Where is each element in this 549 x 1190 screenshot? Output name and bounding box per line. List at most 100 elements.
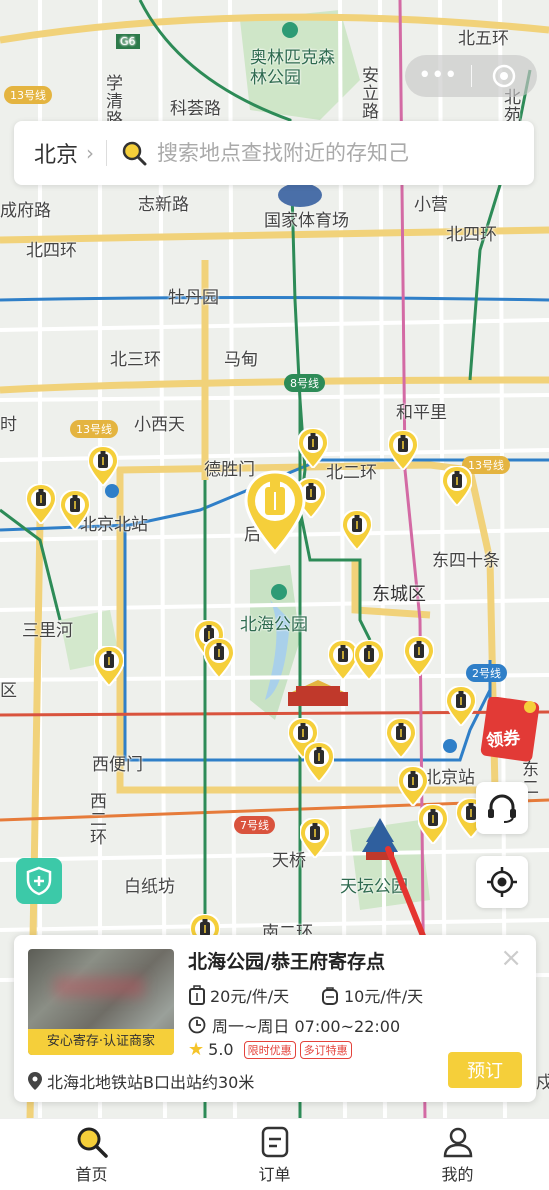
search-icon — [77, 1127, 108, 1158]
location-pin-icon — [28, 1072, 42, 1090]
luggage-pin[interactable] — [60, 490, 90, 530]
xibianmen-label: 西便门 — [92, 755, 143, 775]
luggage-pin[interactable] — [342, 510, 372, 550]
coupon-label: 领券 — [485, 728, 522, 752]
search-icon — [122, 141, 147, 166]
multi-order-tag: 多订特惠 — [299, 1040, 352, 1059]
madian-label: 马甸 — [224, 350, 258, 370]
bj-station-label: 北京站 — [424, 768, 475, 788]
luggage-pin[interactable] — [88, 446, 118, 486]
mudanyuan-label: 牡丹园 — [168, 288, 219, 308]
luggage-pin[interactable] — [304, 742, 334, 782]
tab-profile-label: 我的 — [441, 1164, 474, 1184]
luggage-pin[interactable] — [298, 428, 328, 468]
safety-shield-button[interactable] — [16, 858, 62, 904]
luggage-pin[interactable] — [442, 466, 472, 506]
tab-orders[interactable]: 订单 — [183, 1119, 366, 1190]
line7-badge: 7号线 — [234, 816, 275, 834]
xueqing-road-label: 学清路 — [102, 74, 122, 128]
line13-mid-badge: 13号线 — [70, 420, 118, 438]
luggage-pin[interactable] — [300, 818, 330, 858]
address-row: 北海北地铁站B口出站约30米 — [28, 1069, 254, 1093]
north2-label: 北二环 — [326, 463, 377, 483]
north5-label: 北五环 — [458, 29, 509, 49]
business-hours: 周一~周日 07:00~22:00 — [188, 1013, 400, 1037]
book-button[interactable]: 预订 — [448, 1052, 522, 1088]
store-photo: 安心寄存·认证商家 — [28, 949, 174, 1055]
shield-plus-icon — [26, 866, 52, 896]
tab-home[interactable]: 首页 — [0, 1119, 183, 1190]
locate-icon — [487, 867, 517, 897]
search-divider — [106, 140, 108, 166]
miniprogram-capsule: ••• — [405, 55, 537, 97]
luggage-pin[interactable] — [386, 718, 416, 758]
customer-service-button[interactable] — [476, 782, 528, 834]
luggage-pin[interactable] — [388, 430, 418, 470]
search-input[interactable] — [157, 141, 488, 165]
cuo-label: 戍 — [536, 1073, 549, 1093]
hepingli-label: 和平里 — [396, 403, 447, 423]
zhixin-road-label: 志新路 — [138, 195, 189, 215]
luggage-pin[interactable] — [354, 640, 384, 680]
tab-home-label: 首页 — [75, 1164, 108, 1184]
limited-offer-tag: 限时优惠 — [243, 1040, 296, 1059]
north4-left-label: 北四环 — [26, 241, 77, 261]
luggage-pin[interactable] — [404, 636, 434, 676]
user-icon — [443, 1127, 472, 1157]
line2-badge: 2号线 — [466, 664, 507, 682]
kehui-road-label: 科荟路 — [170, 99, 221, 119]
more-button[interactable]: ••• — [405, 65, 471, 87]
tab-profile[interactable]: 我的 — [366, 1119, 549, 1190]
olympic-park-label: 奥林匹克森林公园 — [250, 48, 335, 88]
dongcheng-label: 东城区 — [372, 584, 426, 605]
luggage-pin[interactable] — [26, 484, 56, 524]
hours-text: 周一~周日 07:00~22:00 — [212, 1017, 401, 1036]
luggage-pin[interactable] — [446, 686, 476, 726]
coupon-button[interactable]: 领券 — [480, 696, 546, 763]
certified-badge: 安心寄存·认证商家 — [28, 1029, 174, 1055]
tab-orders-label: 订单 — [258, 1164, 291, 1184]
store-name: 北海公园/恭王府寄存点 — [188, 951, 385, 973]
close-miniprogram-button[interactable] — [472, 64, 538, 88]
order-icon — [261, 1126, 288, 1157]
luggage-pin[interactable] — [398, 766, 428, 806]
selected-luggage-pin[interactable] — [244, 470, 306, 554]
north4-right-label: 北四环 — [446, 225, 497, 245]
luggage-price-text: 20元/件/天 — [210, 987, 290, 1006]
headset-icon — [488, 794, 516, 823]
line13-badge: 13号线 — [4, 86, 52, 104]
bag-price-text: 10元/件/天 — [344, 987, 424, 1006]
g6-label: G6 — [116, 34, 140, 49]
backpack-icon — [322, 987, 338, 1005]
close-icon[interactable]: × — [500, 945, 522, 971]
star-icon: ★ — [188, 1039, 205, 1060]
chevron-right-icon: › — [86, 141, 95, 165]
rating-row: ★ 5.0 限时优惠 多订特惠 — [188, 1039, 352, 1060]
dongsi-label: 东四十条 — [432, 551, 500, 571]
left-edge-label: 时 — [0, 415, 17, 435]
national-stadium-label: 国家体育场 — [264, 211, 349, 231]
xiaoxitian-label: 小西天 — [134, 415, 185, 435]
store-info-card[interactable]: 安心寄存·认证商家 北海公园/恭王府寄存点 × 20元/件/天 10元/件/天 … — [14, 935, 536, 1102]
city-selector[interactable]: 北京 — [34, 137, 78, 169]
baizhifang-label: 白纸坊 — [124, 877, 175, 897]
sanlihe-label: 三里河 — [22, 621, 73, 641]
xiaoying-label: 小营 — [414, 195, 448, 215]
luggage-pin[interactable] — [204, 638, 234, 678]
west2-label: 西二环 — [86, 792, 106, 846]
line8-badge: 8号线 — [284, 374, 325, 392]
anli-road-label: 安立路 — [358, 66, 378, 120]
locate-button[interactable] — [476, 856, 528, 908]
bj-north-station-label: 北京北站 — [80, 515, 148, 535]
address-text: 北海北地铁站B口出站约30米 — [47, 1073, 255, 1092]
target-circle-icon — [493, 64, 516, 88]
luggage-price: 20元/件/天 — [188, 983, 289, 1007]
more-dots-icon: ••• — [418, 63, 458, 88]
bottom-tab-bar: 首页 订单 我的 — [0, 1118, 549, 1190]
district-left-label: 区 — [0, 681, 17, 701]
luggage-pin[interactable] — [94, 646, 124, 686]
clock-icon — [188, 1016, 206, 1034]
luggage-pin[interactable] — [418, 804, 448, 844]
chengfu-road-label: 成府路 — [0, 201, 51, 221]
rating-value: 5.0 — [208, 1040, 234, 1059]
